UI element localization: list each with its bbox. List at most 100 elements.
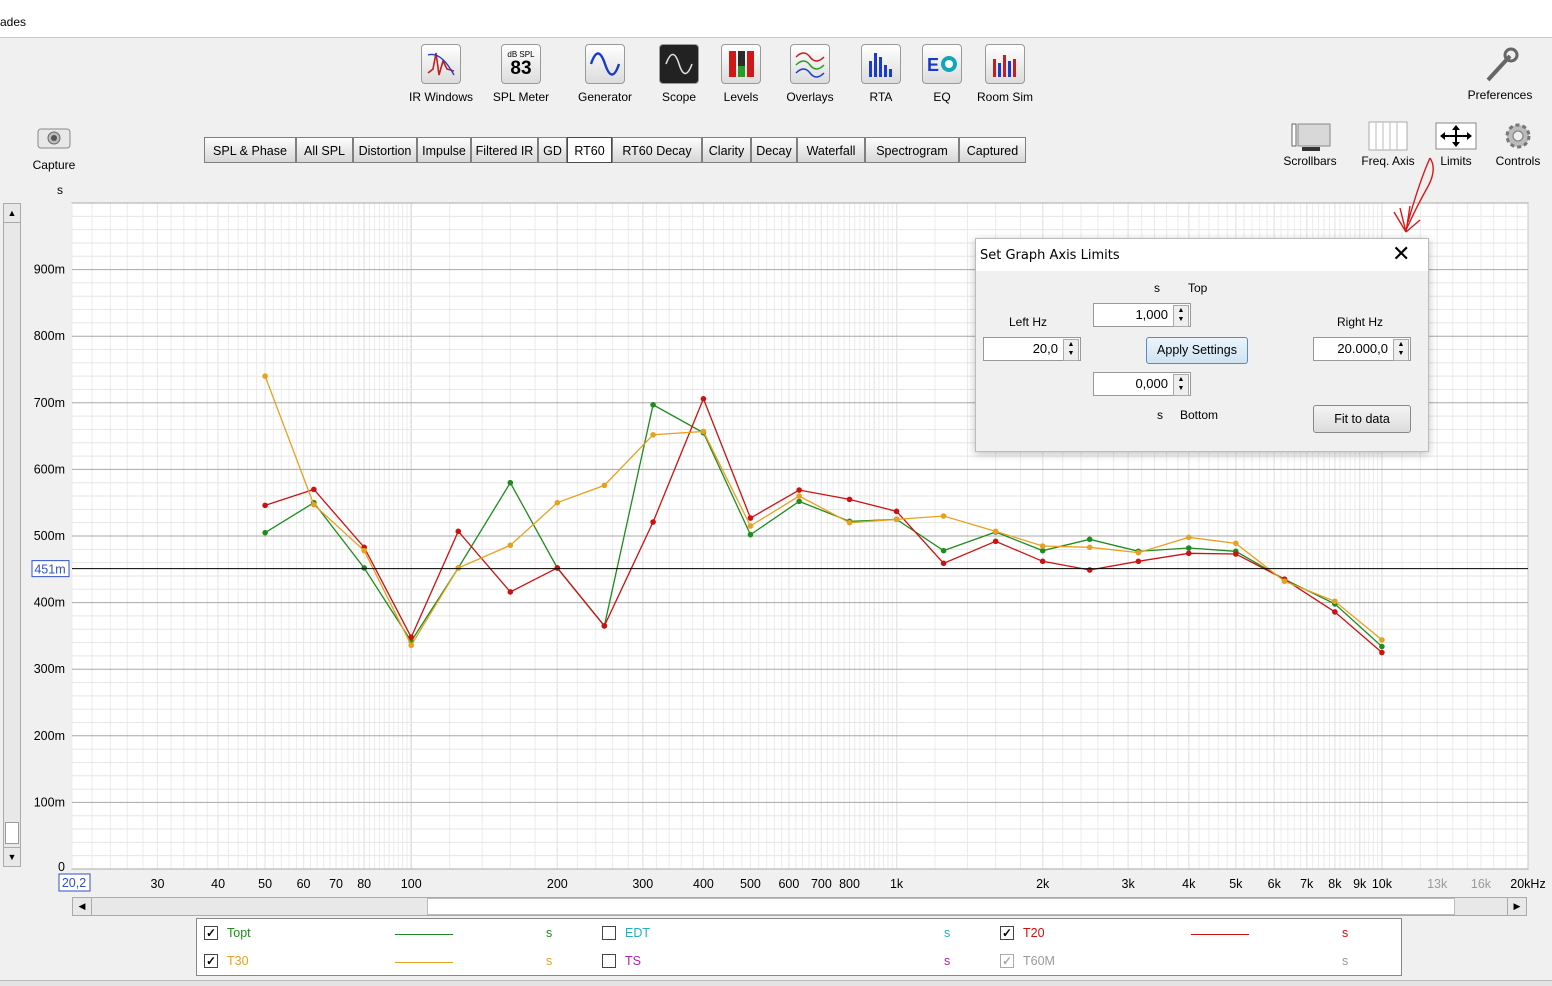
right-hz-field[interactable]: 20.000,0 ▲ ▼ <box>1313 337 1411 361</box>
apply-settings-button[interactable]: Apply Settings <box>1146 337 1248 364</box>
data-point-t30 <box>992 528 999 535</box>
left-hz-field[interactable]: 20,0 ▲ ▼ <box>983 337 1081 361</box>
horizontal-scroll-thumb[interactable] <box>427 898 1455 915</box>
x-tick-label: 800 <box>839 877 860 891</box>
scrollbars-icon <box>1278 120 1342 154</box>
toolbar-ir-windows[interactable]: IR Windows <box>405 44 477 104</box>
title-bar: ades <box>0 0 1552 38</box>
preferences-button[interactable]: Preferences <box>1458 44 1542 102</box>
ir-windows-icon <box>421 44 461 84</box>
data-point-t20 <box>1039 558 1046 565</box>
spinner-icon[interactable]: ▲ ▼ <box>1063 339 1079 361</box>
levels-icon <box>721 44 761 84</box>
top-value-field[interactable]: 1,000 ▲ ▼ <box>1093 303 1191 327</box>
legend-checkbox-t30[interactable]: ✓ <box>204 954 218 968</box>
tab-rt60-decay[interactable]: RT60 Decay <box>612 137 702 163</box>
tab-spectrogram[interactable]: Spectrogram <box>865 137 959 163</box>
scroll-right-arrow-icon[interactable]: ▶ <box>1507 898 1526 915</box>
overlays-icon <box>790 44 830 84</box>
preferences-label: Preferences <box>1467 88 1533 102</box>
toolbar-spl-meter[interactable]: dB SPL 83 SPL Meter <box>489 44 553 104</box>
x-tick-label: 7k <box>1300 877 1314 891</box>
bottom-value-field[interactable]: 0,000 ▲ ▼ <box>1093 372 1191 396</box>
tab-gd[interactable]: GD <box>538 137 567 163</box>
y-tick-label: 800m <box>34 329 65 343</box>
horizontal-scrollbar[interactable]: ◀ ▶ <box>72 897 1527 916</box>
legend-name: T60M <box>1023 954 1055 968</box>
y-tick-label: 900m <box>34 263 65 277</box>
x-tick-label: 4k <box>1182 877 1196 891</box>
data-point-t20 <box>1185 550 1192 557</box>
x-tick-label: 40 <box>211 877 225 891</box>
data-point-t20 <box>1332 609 1338 615</box>
spinner-icon[interactable]: ▲ ▼ <box>1393 339 1409 361</box>
data-point-t30 <box>408 642 415 649</box>
bottom-unit: s <box>1157 408 1163 422</box>
x-tick-label: 16k <box>1471 877 1492 891</box>
data-point-t30 <box>1233 540 1239 547</box>
svg-text:E: E <box>927 55 939 75</box>
scroll-left-arrow-icon[interactable]: ◀ <box>73 898 92 915</box>
x-tick-label: 2k <box>1036 877 1050 891</box>
controls-button[interactable]: Controls <box>1488 120 1548 168</box>
x-tick-label: 600 <box>778 877 799 891</box>
toolbar-label: RTA <box>869 90 893 104</box>
x-tick-label: 5k <box>1229 877 1243 891</box>
freq-axis-icon <box>1352 120 1424 154</box>
data-point-t30 <box>601 482 608 489</box>
toolbar-room-sim[interactable]: Room Sim <box>972 44 1038 104</box>
data-point-t30 <box>455 565 462 571</box>
legend-checkbox-edt[interactable] <box>602 926 616 940</box>
camera-icon <box>36 124 72 150</box>
bottom-label: Bottom <box>1180 408 1219 422</box>
capture-button[interactable]: Capture <box>22 124 86 172</box>
data-point-t20 <box>940 560 947 567</box>
data-point-t30 <box>846 519 853 526</box>
y-tick-label: 100m <box>34 795 65 809</box>
toolbar-levels[interactable]: Levels <box>716 44 766 104</box>
fit-to-data-button[interactable]: Fit to data <box>1313 405 1411 433</box>
tab-spl-phase[interactable]: SPL & Phase <box>204 137 296 163</box>
tab-decay[interactable]: Decay <box>751 137 797 163</box>
toolbar-rta[interactable]: RTA <box>857 44 905 104</box>
tab-waterfall[interactable]: Waterfall <box>797 137 865 163</box>
toolbar-generator[interactable]: Generator <box>570 44 640 104</box>
scrollbars-button[interactable]: Scrollbars <box>1278 120 1342 168</box>
tab-rt60[interactable]: RT60 <box>567 137 612 163</box>
toolbar-label: IR Windows <box>408 90 473 104</box>
toolbar-eq[interactable]: E EQ <box>918 44 966 104</box>
toolbar-label: Levels <box>723 90 759 104</box>
spinner-icon[interactable]: ▲ ▼ <box>1173 305 1189 327</box>
x-tick-label: 8k <box>1328 877 1342 891</box>
legend-line-swatch <box>1191 962 1249 963</box>
data-point-t30 <box>507 542 514 549</box>
legend-line-swatch <box>793 962 851 963</box>
toolbar-label: Room Sim <box>976 90 1033 104</box>
data-point-t20 <box>262 502 268 509</box>
toolbar-overlays[interactable]: Overlays <box>778 44 842 104</box>
legend-checkbox-ts[interactable] <box>602 954 616 968</box>
controls-gear-icon <box>1488 120 1548 154</box>
tab-distortion[interactable]: Distortion <box>353 137 417 163</box>
legend-checkbox-topt[interactable]: ✓ <box>204 926 218 940</box>
tab-all-spl[interactable]: All SPL <box>296 137 353 163</box>
data-point-topt <box>507 479 514 486</box>
tab-captured[interactable]: Captured <box>959 137 1026 163</box>
top-label: Top <box>1188 281 1208 295</box>
data-point-t30 <box>747 523 754 529</box>
legend-unit: s <box>944 954 951 968</box>
y-tick-label: 300m <box>34 662 65 676</box>
data-point-t30 <box>940 513 947 519</box>
data-point-t30 <box>650 431 656 438</box>
x-tick-label: 300 <box>632 877 653 891</box>
legend-line-swatch <box>395 962 453 963</box>
tab-impulse[interactable]: Impulse <box>417 137 471 163</box>
tab-clarity[interactable]: Clarity <box>702 137 751 163</box>
tab-filtered-ir[interactable]: Filtered IR <box>471 137 538 163</box>
legend-checkbox-t20[interactable]: ✓ <box>1000 926 1014 940</box>
toolbar-scope[interactable]: Scope <box>652 44 706 104</box>
spinner-icon[interactable]: ▲ ▼ <box>1173 374 1189 396</box>
data-point-t20 <box>1379 649 1385 656</box>
data-point-t30 <box>1379 637 1385 643</box>
data-point-t30 <box>361 547 367 554</box>
